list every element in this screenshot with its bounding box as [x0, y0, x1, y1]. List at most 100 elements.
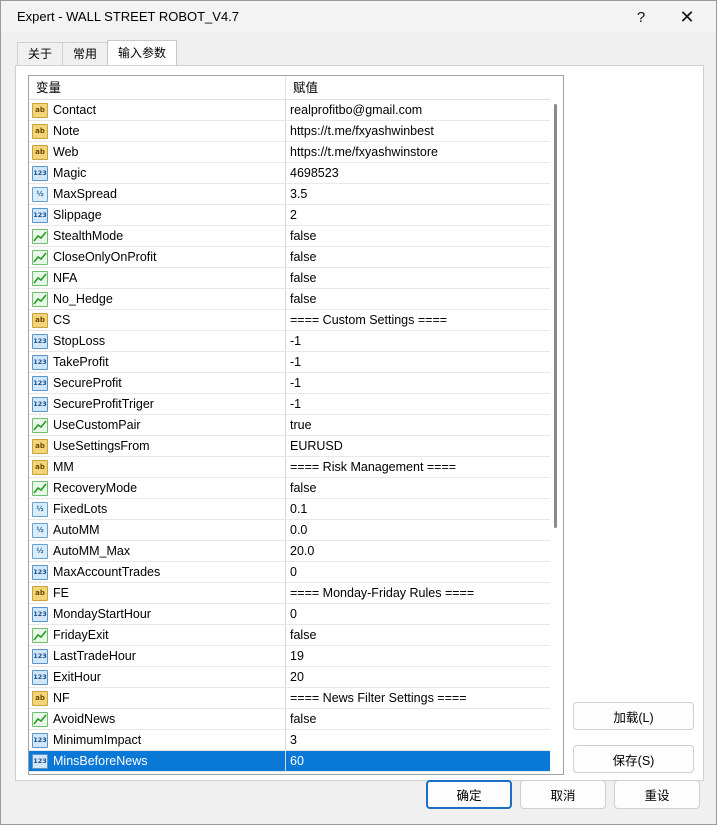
save-button[interactable]: 保存(S) [573, 745, 694, 773]
parameter-row[interactable]: ab NF ==== News Filter Settings ==== [29, 688, 563, 709]
reset-button[interactable]: 重设 [614, 780, 700, 809]
parameter-value-cell[interactable]: https://t.me/fxyashwinbest [286, 121, 546, 141]
parameter-name-cell[interactable]: ½ AutoMM_Max [29, 541, 286, 561]
parameter-name-cell[interactable]: RecoveryMode [29, 478, 286, 498]
parameter-name-cell[interactable]: AvoidNews [29, 709, 286, 729]
parameter-row[interactable]: ab Web https://t.me/fxyashwinstore [29, 142, 563, 163]
parameter-value-cell[interactable]: ==== Monday-Friday Rules ==== [286, 583, 546, 603]
parameter-row[interactable]: 123 ExitHour 20 [29, 667, 563, 688]
parameter-name-cell[interactable]: 123 StopLoss [29, 331, 286, 351]
load-button[interactable]: 加载(L) [573, 702, 694, 730]
parameter-value-cell[interactable]: ==== Custom Settings ==== [286, 310, 546, 330]
parameter-value-cell[interactable]: false [286, 289, 546, 309]
parameter-row[interactable]: 123 LastTradeHour 19 [29, 646, 563, 667]
parameter-name-cell[interactable]: No_Hedge [29, 289, 286, 309]
parameter-row[interactable]: RecoveryMode false [29, 478, 563, 499]
parameter-name-cell[interactable]: 123 ExitHour [29, 667, 286, 687]
parameter-value-cell[interactable]: false [286, 625, 546, 645]
close-button[interactable]: ✕ [665, 1, 709, 33]
parameter-row[interactable]: ab UseSettingsFrom EURUSD [29, 436, 563, 457]
parameter-row[interactable]: No_Hedge false [29, 289, 563, 310]
parameter-value-cell[interactable]: -1 [286, 394, 546, 414]
vertical-scrollbar[interactable] [550, 76, 563, 774]
parameter-value-cell[interactable]: -1 [286, 373, 546, 393]
parameter-row[interactable]: ab FE ==== Monday-Friday Rules ==== [29, 583, 563, 604]
parameter-name-cell[interactable]: ab MM [29, 457, 286, 477]
parameter-name-cell[interactable]: 123 MinimumImpact [29, 730, 286, 750]
parameter-row[interactable]: NFA false [29, 268, 563, 289]
parameter-row[interactable]: ab Contact realprofitbo@gmail.com [29, 100, 563, 121]
parameter-value-cell[interactable]: 3 [286, 730, 546, 750]
parameter-value-cell[interactable]: 0 [286, 604, 546, 624]
parameter-value-cell[interactable]: 0.0 [286, 520, 546, 540]
parameter-name-cell[interactable]: ab UseSettingsFrom [29, 436, 286, 456]
header-value[interactable]: 赋值 [286, 76, 546, 99]
parameter-row[interactable]: FridayExit false [29, 625, 563, 646]
parameter-row[interactable]: ab Note https://t.me/fxyashwinbest [29, 121, 563, 142]
parameter-value-cell[interactable]: 4698523 [286, 163, 546, 183]
tab-inputs[interactable]: 输入参数 [107, 40, 178, 66]
parameter-name-cell[interactable]: ab CS [29, 310, 286, 330]
parameter-value-cell[interactable]: realprofitbo@gmail.com [286, 100, 546, 120]
parameter-value-cell[interactable]: 0.1 [286, 499, 546, 519]
parameter-name-cell[interactable]: 123 MinsBeforeNews [29, 751, 286, 771]
parameter-row[interactable]: 123 StopLoss -1 [29, 331, 563, 352]
parameter-row[interactable]: 123 Magic 4698523 [29, 163, 563, 184]
parameter-name-cell[interactable]: UseCustomPair [29, 415, 286, 435]
parameter-row[interactable]: UseCustomPair true [29, 415, 563, 436]
parameter-row[interactable]: ½ AutoMM 0.0 [29, 520, 563, 541]
parameter-row[interactable]: StealthMode false [29, 226, 563, 247]
parameter-value-cell[interactable]: https://t.me/fxyashwinstore [286, 142, 546, 162]
parameter-row[interactable]: 123 Slippage 2 [29, 205, 563, 226]
parameter-value-cell[interactable]: false [286, 478, 546, 498]
parameter-row[interactable]: ½ MaxSpread 3.5 [29, 184, 563, 205]
parameter-name-cell[interactable]: 123 SecureProfit [29, 373, 286, 393]
parameter-value-cell[interactable]: 3.5 [286, 184, 546, 204]
parameter-row[interactable]: 123 SecureProfitTriger -1 [29, 394, 563, 415]
ok-button[interactable]: 确定 [426, 780, 512, 809]
parameter-value-cell[interactable]: true [286, 415, 546, 435]
parameter-row[interactable]: ab MM ==== Risk Management ==== [29, 457, 563, 478]
parameter-name-cell[interactable]: 123 TakeProfit [29, 352, 286, 372]
parameter-name-cell[interactable]: NFA [29, 268, 286, 288]
parameter-value-cell[interactable]: 60 [286, 751, 546, 771]
parameter-value-cell[interactable]: EURUSD [286, 436, 546, 456]
parameter-value-cell[interactable]: ==== Risk Management ==== [286, 457, 546, 477]
parameter-name-cell[interactable]: ½ MaxSpread [29, 184, 286, 204]
cancel-button[interactable]: 取消 [520, 780, 606, 809]
parameter-name-cell[interactable]: 123 Slippage [29, 205, 286, 225]
scrollbar-thumb[interactable] [554, 104, 557, 528]
help-button[interactable]: ? [619, 1, 663, 33]
parameter-name-cell[interactable]: ab Web [29, 142, 286, 162]
parameter-row[interactable]: ab CS ==== Custom Settings ==== [29, 310, 563, 331]
parameter-name-cell[interactable]: ab Contact [29, 100, 286, 120]
parameter-value-cell[interactable]: 20 [286, 667, 546, 687]
parameter-name-cell[interactable]: 123 MondayStartHour [29, 604, 286, 624]
parameter-name-cell[interactable]: ab FE [29, 583, 286, 603]
parameter-name-cell[interactable]: ab Note [29, 121, 286, 141]
tab-common[interactable]: 常用 [62, 42, 109, 66]
parameter-value-cell[interactable]: false [286, 226, 546, 246]
parameter-value-cell[interactable]: ==== News Filter Settings ==== [286, 688, 546, 708]
parameter-name-cell[interactable]: ab NF [29, 688, 286, 708]
parameter-row[interactable]: CloseOnlyOnProfit false [29, 247, 563, 268]
parameter-row[interactable]: ½ FixedLots 0.1 [29, 499, 563, 520]
parameter-name-cell[interactable]: 123 SecureProfitTriger [29, 394, 286, 414]
parameter-row[interactable]: ½ AutoMM_Max 20.0 [29, 541, 563, 562]
parameter-row[interactable]: 123 MondayStartHour 0 [29, 604, 563, 625]
parameter-row[interactable]: 123 SecureProfit -1 [29, 373, 563, 394]
parameter-value-cell[interactable]: 2 [286, 205, 546, 225]
parameter-name-cell[interactable]: StealthMode [29, 226, 286, 246]
parameter-name-cell[interactable]: FridayExit [29, 625, 286, 645]
parameter-name-cell[interactable]: ½ FixedLots [29, 499, 286, 519]
parameter-value-cell[interactable]: false [286, 268, 546, 288]
parameter-row[interactable]: 123 MinsBeforeNews 60 [29, 751, 563, 772]
parameter-row[interactable]: AvoidNews false [29, 709, 563, 730]
parameter-value-cell[interactable]: -1 [286, 352, 546, 372]
parameter-name-cell[interactable]: CloseOnlyOnProfit [29, 247, 286, 267]
parameter-row[interactable]: 123 TakeProfit -1 [29, 352, 563, 373]
parameter-row[interactable]: 123 MinimumImpact 3 [29, 730, 563, 751]
parameter-name-cell[interactable]: 123 LastTradeHour [29, 646, 286, 666]
parameter-row[interactable]: 123 MaxAccountTrades 0 [29, 562, 563, 583]
parameter-value-cell[interactable]: 19 [286, 646, 546, 666]
